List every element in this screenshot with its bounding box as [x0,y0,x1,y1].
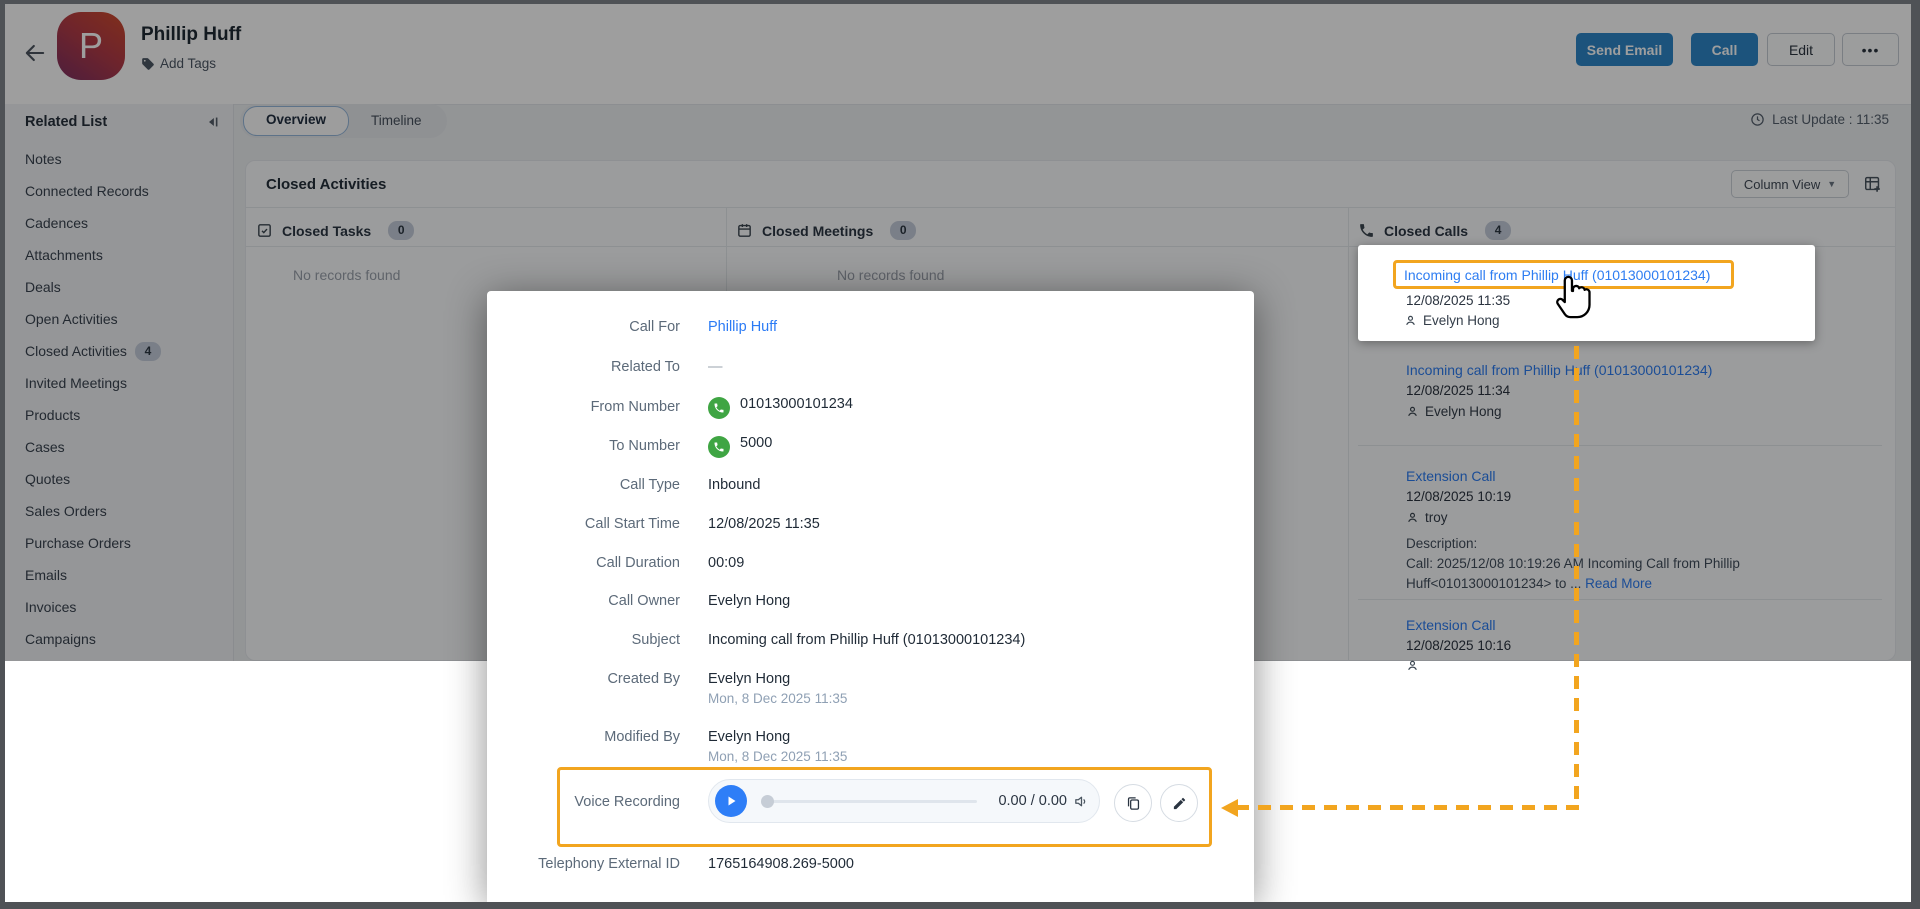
hand-cursor-icon [1554,270,1600,324]
annotation-arrowhead [1221,799,1238,817]
annotation-dashed-line-vertical [1574,346,1579,808]
field-value: Inbound [708,477,760,493]
field-label: Subject [487,632,680,648]
field-label: Modified By [487,729,680,745]
field-label: Call Duration [487,555,680,571]
field-sub-date: Mon, 8 Dec 2025 11:35 [708,691,847,706]
field-label: To Number [487,438,680,454]
call-detail-modal: Call For Phillip Huff Related To — From … [487,291,1254,902]
field-value: 00:09 [708,555,744,571]
call-record-owner: Evelyn Hong [1404,313,1500,328]
field-label: Call Type [487,477,680,493]
field-label: Created By [487,671,680,687]
green-phone-icon [708,436,730,458]
green-phone-icon [708,397,730,419]
field-label: From Number [487,399,680,415]
call-for-link[interactable]: Phillip Huff [708,319,777,335]
field-sub-date: Mon, 8 Dec 2025 11:35 [708,749,847,764]
field-value: 12/08/2025 11:35 [708,516,820,532]
field-label: Call Start Time [487,516,680,532]
field-label: Call For [487,319,680,335]
field-value: Evelyn Hong [708,729,790,745]
field-value: Incoming call from Phillip Huff (0101300… [708,632,1025,648]
field-value: — [708,359,723,375]
owner-name: Evelyn Hong [1423,313,1500,328]
field-label: Telephony External ID [487,856,680,872]
field-value: 1765164908.269-5000 [708,856,854,872]
field-value: Evelyn Hong [708,593,790,609]
annotation-dashed-line-horizontal [1238,805,1579,810]
field-value: Evelyn Hong [708,671,790,687]
field-label: Call Owner [487,593,680,609]
field-label: Related To [487,359,680,375]
person-icon [1404,314,1417,327]
field-value: 01013000101234 [740,396,853,412]
annotation-voice-recording-box [557,767,1212,847]
app-window: P Phillip Huff Add Tags Send Email Call … [0,0,1920,909]
field-value: 5000 [740,435,772,451]
call-record-datetime: 12/08/2025 11:35 [1406,293,1510,308]
